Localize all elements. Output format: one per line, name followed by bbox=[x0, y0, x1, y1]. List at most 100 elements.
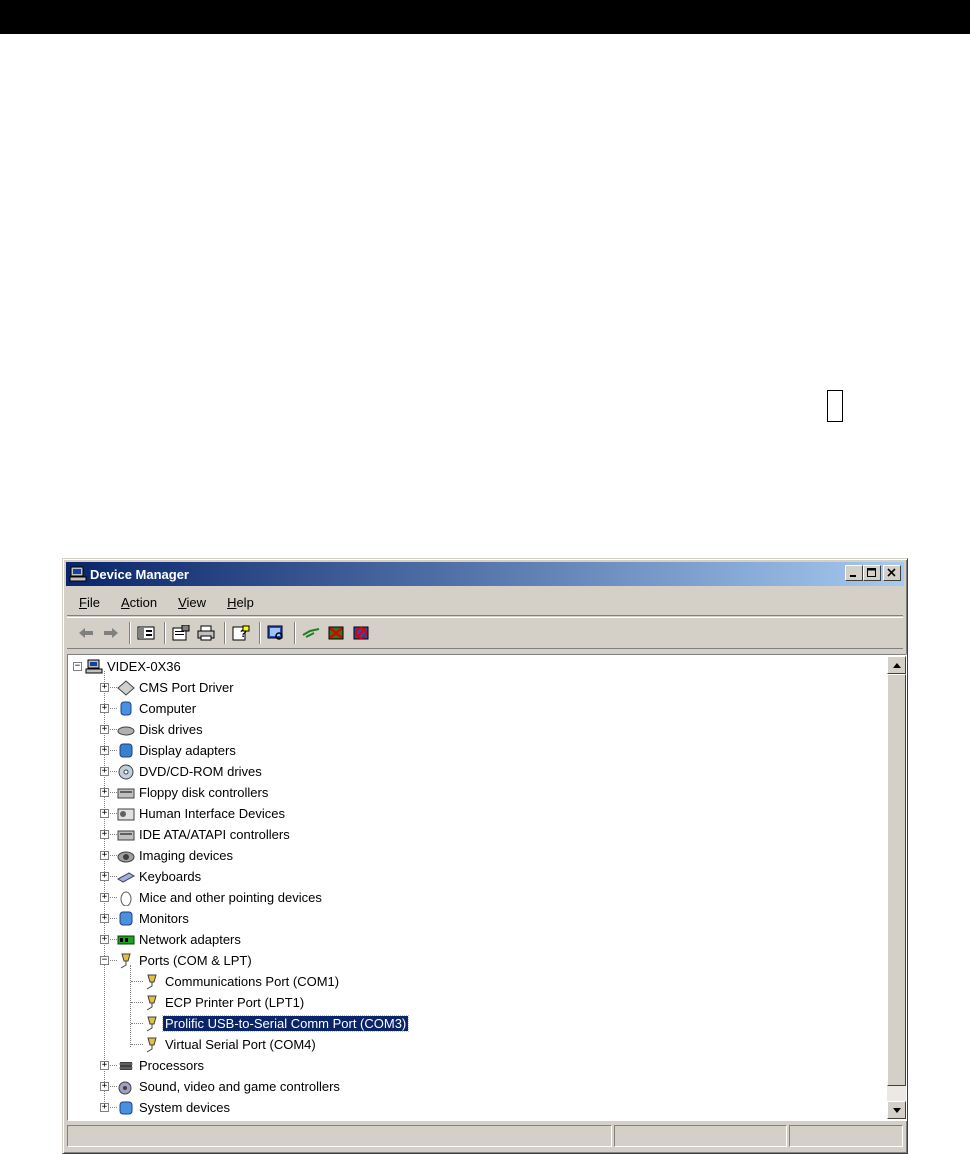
scroll-thumb[interactable] bbox=[887, 674, 906, 1086]
tree-item-category[interactable]: Keyboards bbox=[117, 866, 201, 887]
uninstall-button[interactable] bbox=[350, 622, 372, 644]
tree-item-label: Monitors bbox=[139, 911, 189, 926]
help-icon: ? bbox=[232, 625, 250, 641]
tree-item-label: Virtual Serial Port (COM4) bbox=[165, 1037, 316, 1052]
expand-toggle[interactable]: + bbox=[100, 704, 109, 713]
expand-toggle[interactable]: + bbox=[100, 746, 109, 755]
expand-toggle[interactable]: + bbox=[100, 788, 109, 797]
disable-button[interactable] bbox=[325, 622, 347, 644]
forward-button[interactable] bbox=[100, 622, 122, 644]
tree-item-port[interactable]: Virtual Serial Port (COM4) bbox=[143, 1034, 316, 1055]
properties-icon bbox=[172, 625, 190, 641]
back-button[interactable] bbox=[75, 622, 97, 644]
properties-button[interactable] bbox=[170, 622, 192, 644]
tree-root[interactable]: − VIDEX-0X36 bbox=[73, 656, 181, 677]
top-black-bar bbox=[0, 0, 970, 34]
status-panel-main bbox=[67, 1125, 613, 1147]
imaging-device-icon bbox=[117, 851, 135, 862]
tree-item-label: Sound, video and game controllers bbox=[139, 1079, 340, 1094]
tree-item-category[interactable]: Processors bbox=[117, 1055, 204, 1076]
expand-toggle[interactable]: + bbox=[100, 914, 109, 923]
computer-icon bbox=[120, 701, 132, 715]
expand-toggle[interactable]: + bbox=[100, 893, 109, 902]
tree-item-category[interactable]: Ports (COM & LPT) bbox=[117, 950, 252, 971]
toolbar: ? bbox=[67, 617, 903, 649]
status-panel-3 bbox=[788, 1125, 903, 1147]
tree-item-category[interactable]: IDE ATA/ATAPI controllers bbox=[117, 824, 290, 845]
tree-item-category[interactable]: Network adapters bbox=[117, 929, 241, 950]
toolbar-separator bbox=[164, 622, 166, 644]
floppy-controller-icon bbox=[117, 788, 135, 798]
port-icon bbox=[146, 1016, 157, 1031]
tree-item-label: Keyboards bbox=[139, 869, 202, 884]
tree-item-category[interactable]: Mice and other pointing devices bbox=[117, 887, 322, 908]
tree-connector bbox=[131, 1002, 143, 1003]
expand-toggle[interactable]: + bbox=[100, 767, 109, 776]
device-tree-pane[interactable]: − VIDEX-0X36 + CMS Port Driver + Computer + D… bbox=[67, 654, 907, 1121]
expand-toggle[interactable]: + bbox=[100, 725, 109, 734]
tree-item-label: Floppy disk controllers bbox=[139, 785, 269, 800]
update-driver-button[interactable] bbox=[300, 622, 322, 644]
menu-view[interactable]: View bbox=[178, 595, 206, 610]
tree-item-port[interactable]: Communications Port (COM1) bbox=[143, 971, 339, 992]
tree-item-category[interactable]: Computer bbox=[117, 698, 196, 719]
close-button[interactable] bbox=[883, 565, 901, 581]
show-hide-tree-button[interactable] bbox=[135, 622, 157, 644]
expand-toggle[interactable]: + bbox=[100, 1103, 109, 1112]
hid-icon bbox=[117, 808, 135, 820]
tree-item-selected-port[interactable]: Prolific USB-to-Serial Comm Port (COM3) bbox=[143, 1013, 410, 1034]
expand-toggle[interactable]: + bbox=[100, 872, 109, 881]
tree-item-label: Human Interface Devices bbox=[139, 806, 285, 821]
tree-item-label: System devices bbox=[139, 1100, 231, 1115]
tree-item-label: Processors bbox=[139, 1058, 205, 1073]
title-bar[interactable]: Device Manager bbox=[66, 562, 904, 586]
tree-item-label: Computer bbox=[139, 701, 197, 716]
help-button[interactable]: ? bbox=[230, 622, 252, 644]
port-icon bbox=[146, 995, 157, 1010]
menu-action[interactable]: Action bbox=[121, 595, 157, 610]
collapse-toggle[interactable]: − bbox=[100, 956, 109, 965]
tree-connector bbox=[131, 981, 143, 982]
sound-icon bbox=[118, 1081, 132, 1094]
print-button[interactable] bbox=[195, 622, 217, 644]
tree-item-category[interactable]: CMS Port Driver bbox=[117, 677, 234, 698]
tree-item-label: Mice and other pointing devices bbox=[139, 890, 322, 905]
toolbar-separator bbox=[294, 622, 296, 644]
collapse-toggle[interactable]: − bbox=[73, 662, 82, 671]
tree-item-label: Communications Port (COM1) bbox=[165, 974, 340, 989]
menu-bar: File Action View Help bbox=[67, 589, 903, 616]
tree-item-category[interactable]: Imaging devices bbox=[117, 845, 233, 866]
tree-item-category[interactable]: Human Interface Devices bbox=[117, 803, 285, 824]
tree-item-category[interactable]: Monitors bbox=[117, 908, 189, 929]
minimize-icon bbox=[850, 575, 856, 577]
expand-toggle[interactable]: + bbox=[100, 830, 109, 839]
expand-toggle[interactable]: + bbox=[100, 1082, 109, 1091]
menu-file[interactable]: File bbox=[79, 595, 100, 610]
vertical-scrollbar[interactable] bbox=[887, 656, 906, 1119]
tree-item-label: Disk drives bbox=[139, 722, 203, 737]
scan-hardware-button[interactable] bbox=[265, 622, 287, 644]
tree-item-category[interactable]: Disk drives bbox=[117, 719, 203, 740]
scroll-up-button[interactable] bbox=[887, 656, 906, 674]
device-manager-window: Device Manager File Action View Help ? −… bbox=[62, 558, 908, 1154]
toolbar-separator bbox=[129, 622, 131, 644]
tree-item-category[interactable]: Display adapters bbox=[117, 740, 236, 761]
dvd-drive-icon bbox=[118, 764, 134, 779]
tree-connector bbox=[130, 965, 131, 1047]
tree-item-category[interactable]: System devices bbox=[117, 1097, 230, 1118]
tree-item-port[interactable]: ECP Printer Port (LPT1) bbox=[143, 992, 304, 1013]
minimize-button[interactable] bbox=[845, 565, 863, 581]
expand-toggle[interactable]: + bbox=[100, 683, 109, 692]
scroll-down-button[interactable] bbox=[887, 1101, 906, 1119]
tree-item-category[interactable]: Floppy disk controllers bbox=[117, 782, 268, 803]
expand-toggle[interactable]: + bbox=[100, 851, 109, 860]
tree-item-category[interactable]: DVD/CD-ROM drives bbox=[117, 761, 262, 782]
expand-toggle[interactable]: + bbox=[100, 935, 109, 944]
expand-toggle[interactable]: + bbox=[100, 809, 109, 818]
cms-port-driver-icon bbox=[117, 679, 135, 696]
expand-toggle[interactable]: + bbox=[100, 1061, 109, 1070]
menu-help[interactable]: Help bbox=[227, 595, 254, 610]
tree-item-category[interactable]: Sound, video and game controllers bbox=[117, 1076, 340, 1097]
port-icon bbox=[120, 953, 131, 968]
maximize-button[interactable] bbox=[863, 565, 881, 581]
